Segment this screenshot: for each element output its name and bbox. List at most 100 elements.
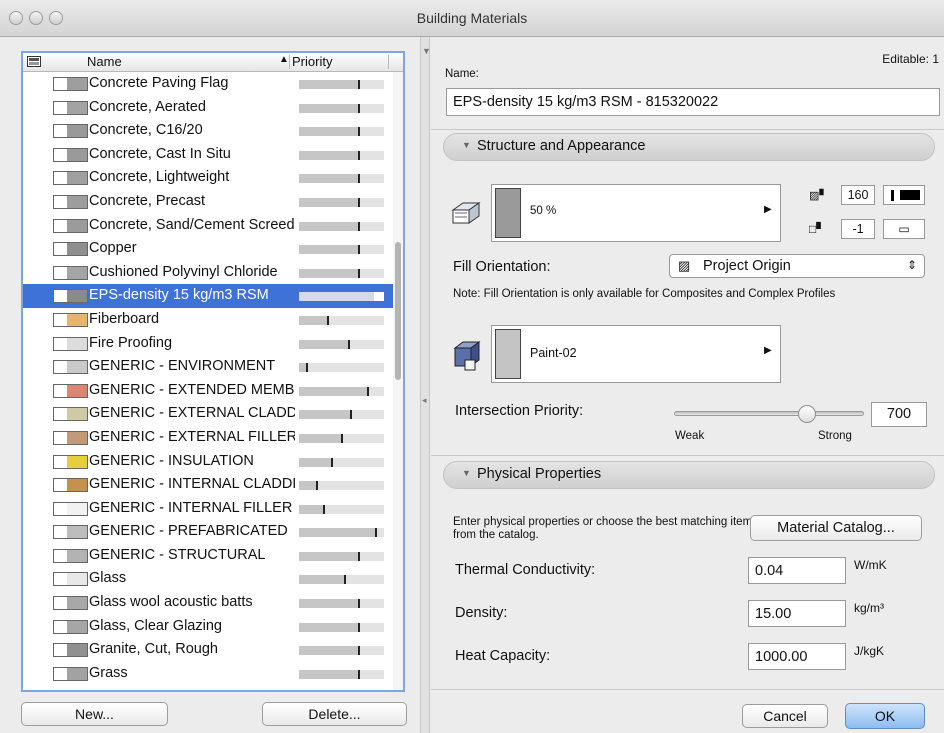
list-item[interactable]: Grass [23, 662, 393, 686]
list-item[interactable]: GENERIC - EXTERNAL CLADDING [23, 402, 393, 426]
list-item[interactable]: Concrete, Sand/Cement Screed [23, 214, 393, 238]
material-swatch [53, 336, 88, 351]
priority-bar [299, 669, 384, 679]
slider-thumb[interactable] [798, 405, 816, 423]
list-item[interactable]: EPS-density 15 kg/m3 RSM [23, 284, 393, 308]
fill-percent: 50 % [530, 205, 557, 217]
stepper-arrows-icon: ⇕ [906, 258, 917, 272]
surface-selector[interactable]: Paint-02 ▶ [491, 325, 781, 383]
list-item[interactable]: GENERIC - ENVIRONMENT [23, 355, 393, 379]
material-swatch [53, 360, 88, 375]
priority-fill [299, 268, 360, 278]
priority-bar [299, 103, 384, 113]
priority-bar [299, 599, 384, 609]
list-item[interactable]: Glass wool acoustic batts [23, 591, 393, 615]
list-item[interactable]: Concrete, Aerated [23, 96, 393, 120]
cut-fill-pen-color[interactable] [883, 185, 925, 205]
material-list[interactable]: Name ▲ Priority Concrete Paving Flag Conc… [21, 51, 405, 692]
editable-count: Editable: 1 [882, 52, 939, 66]
priority-fill [299, 669, 360, 679]
list-item[interactable]: GENERIC - EXTERNAL FILLER [23, 426, 393, 450]
density-field[interactable]: 15.00 [748, 600, 846, 627]
priority-fill [299, 103, 360, 113]
panel-splitter[interactable]: ▼ ◂ [420, 37, 431, 733]
material-name: EPS-density 15 kg/m3 RSM [89, 287, 269, 304]
background-pen-color[interactable]: ▭ [883, 219, 925, 239]
material-name: Granite, Cut, Rough [89, 641, 218, 658]
heat-capacity-field[interactable]: 1000.00 [748, 643, 846, 670]
delete-material-button[interactable]: Delete... [262, 702, 407, 726]
list-item[interactable]: GENERIC - INTERNAL CLADDING [23, 473, 393, 497]
project-origin-icon: ▨ [678, 258, 691, 273]
density-label: Density: [455, 605, 508, 621]
list-item[interactable]: GENERIC - INSULATION [23, 450, 393, 474]
list-scrollbar[interactable] [393, 72, 403, 690]
material-swatch [53, 596, 88, 611]
ok-button[interactable]: OK [845, 703, 925, 729]
dropdown-arrow-icon: ▶ [764, 345, 772, 356]
priority-fill [299, 339, 350, 349]
material-name-field[interactable]: EPS-density 15 kg/m3 RSM - 815320022 [446, 88, 940, 116]
list-item[interactable]: Granite, Cut, Rough [23, 638, 393, 662]
heat-capacity-label: Heat Capacity: [455, 648, 551, 664]
priority-bar [299, 481, 384, 491]
material-swatch [53, 289, 88, 304]
priority-bar [299, 197, 384, 207]
list-item[interactable]: Concrete, Lightweight [23, 166, 393, 190]
material-swatch [53, 124, 88, 139]
material-catalog-button[interactable]: Material Catalog... [750, 515, 922, 541]
list-item[interactable]: Glass [23, 567, 393, 591]
scrollbar-thumb[interactable] [395, 242, 401, 380]
material-swatch [53, 242, 88, 257]
structure-appearance-header[interactable]: ▼ Structure and Appearance [443, 133, 935, 161]
list-item[interactable]: Concrete Paving Flag [23, 72, 393, 96]
section-title: Physical Properties [477, 466, 602, 482]
material-swatch [53, 218, 88, 233]
material-name: Fire Proofing [89, 334, 173, 351]
column-header-name[interactable]: Name [87, 54, 122, 69]
material-swatch [53, 643, 88, 658]
list-item[interactable]: Fiberboard [23, 308, 393, 332]
list-item[interactable]: Copper [23, 237, 393, 261]
new-material-button[interactable]: New... [21, 702, 168, 726]
list-item[interactable]: Fire Proofing [23, 332, 393, 356]
fill-orientation-select[interactable]: ▨ Project Origin ⇕ [669, 254, 925, 278]
list-item[interactable]: Concrete, Cast In Situ [23, 143, 393, 167]
material-swatch [53, 147, 88, 162]
material-name-value: EPS-density 15 kg/m3 RSM - 815320022 [453, 94, 719, 110]
intersection-priority-field[interactable]: 700 [871, 402, 927, 427]
intersection-priority-slider[interactable] [674, 405, 864, 425]
material-name: GENERIC - EXTERNAL FILLER [89, 428, 295, 445]
list-item[interactable]: Concrete, C16/20 [23, 119, 393, 143]
priority-bar [299, 268, 384, 278]
list-item[interactable]: GENERIC - STRUCTURAL [23, 544, 393, 568]
list-item[interactable]: GENERIC - INTERNAL FILLER [23, 497, 393, 521]
material-name: Concrete, C16/20 [89, 122, 203, 139]
background-pen-field[interactable]: -1 [841, 219, 875, 239]
priority-fill [299, 245, 360, 255]
cut-fill-pen-field[interactable]: 160 [841, 185, 875, 205]
material-name: Glass wool acoustic batts [89, 594, 253, 611]
section-title: Structure and Appearance [477, 138, 646, 154]
list-item[interactable]: GENERIC - PREFABRICATED [23, 520, 393, 544]
material-name: GENERIC - EXTENDED MEMBRANE [89, 381, 295, 398]
priority-fill [299, 315, 329, 325]
building-materials-window: Building Materials Name ▲ Priority Concr… [0, 0, 944, 733]
priority-bar [299, 622, 384, 632]
fill-swatch [495, 188, 521, 238]
physical-properties-header[interactable]: ▼ Physical Properties [443, 461, 935, 489]
hatch-pen-icon: ▨▘ [809, 190, 828, 202]
thermal-conductivity-field[interactable]: 0.04 [748, 557, 846, 584]
list-item[interactable]: GENERIC - EXTENDED MEMBRANE [23, 379, 393, 403]
list-item[interactable]: Cushioned Polyvinyl Chloride [23, 261, 393, 285]
cancel-button[interactable]: Cancel [742, 704, 828, 728]
surface-swatch [495, 329, 521, 379]
fill-orientation-note: Note: Fill Orientation is only available… [453, 288, 836, 300]
column-header-priority[interactable]: Priority [292, 54, 332, 69]
priority-bar [299, 221, 384, 231]
list-item[interactable]: Glass, Clear Glazing [23, 615, 393, 639]
column-chooser-icon[interactable] [27, 56, 41, 67]
column-divider [289, 55, 290, 69]
cut-fill-selector[interactable]: 50 % ▶ [491, 184, 781, 242]
list-item[interactable]: Concrete, Precast [23, 190, 393, 214]
